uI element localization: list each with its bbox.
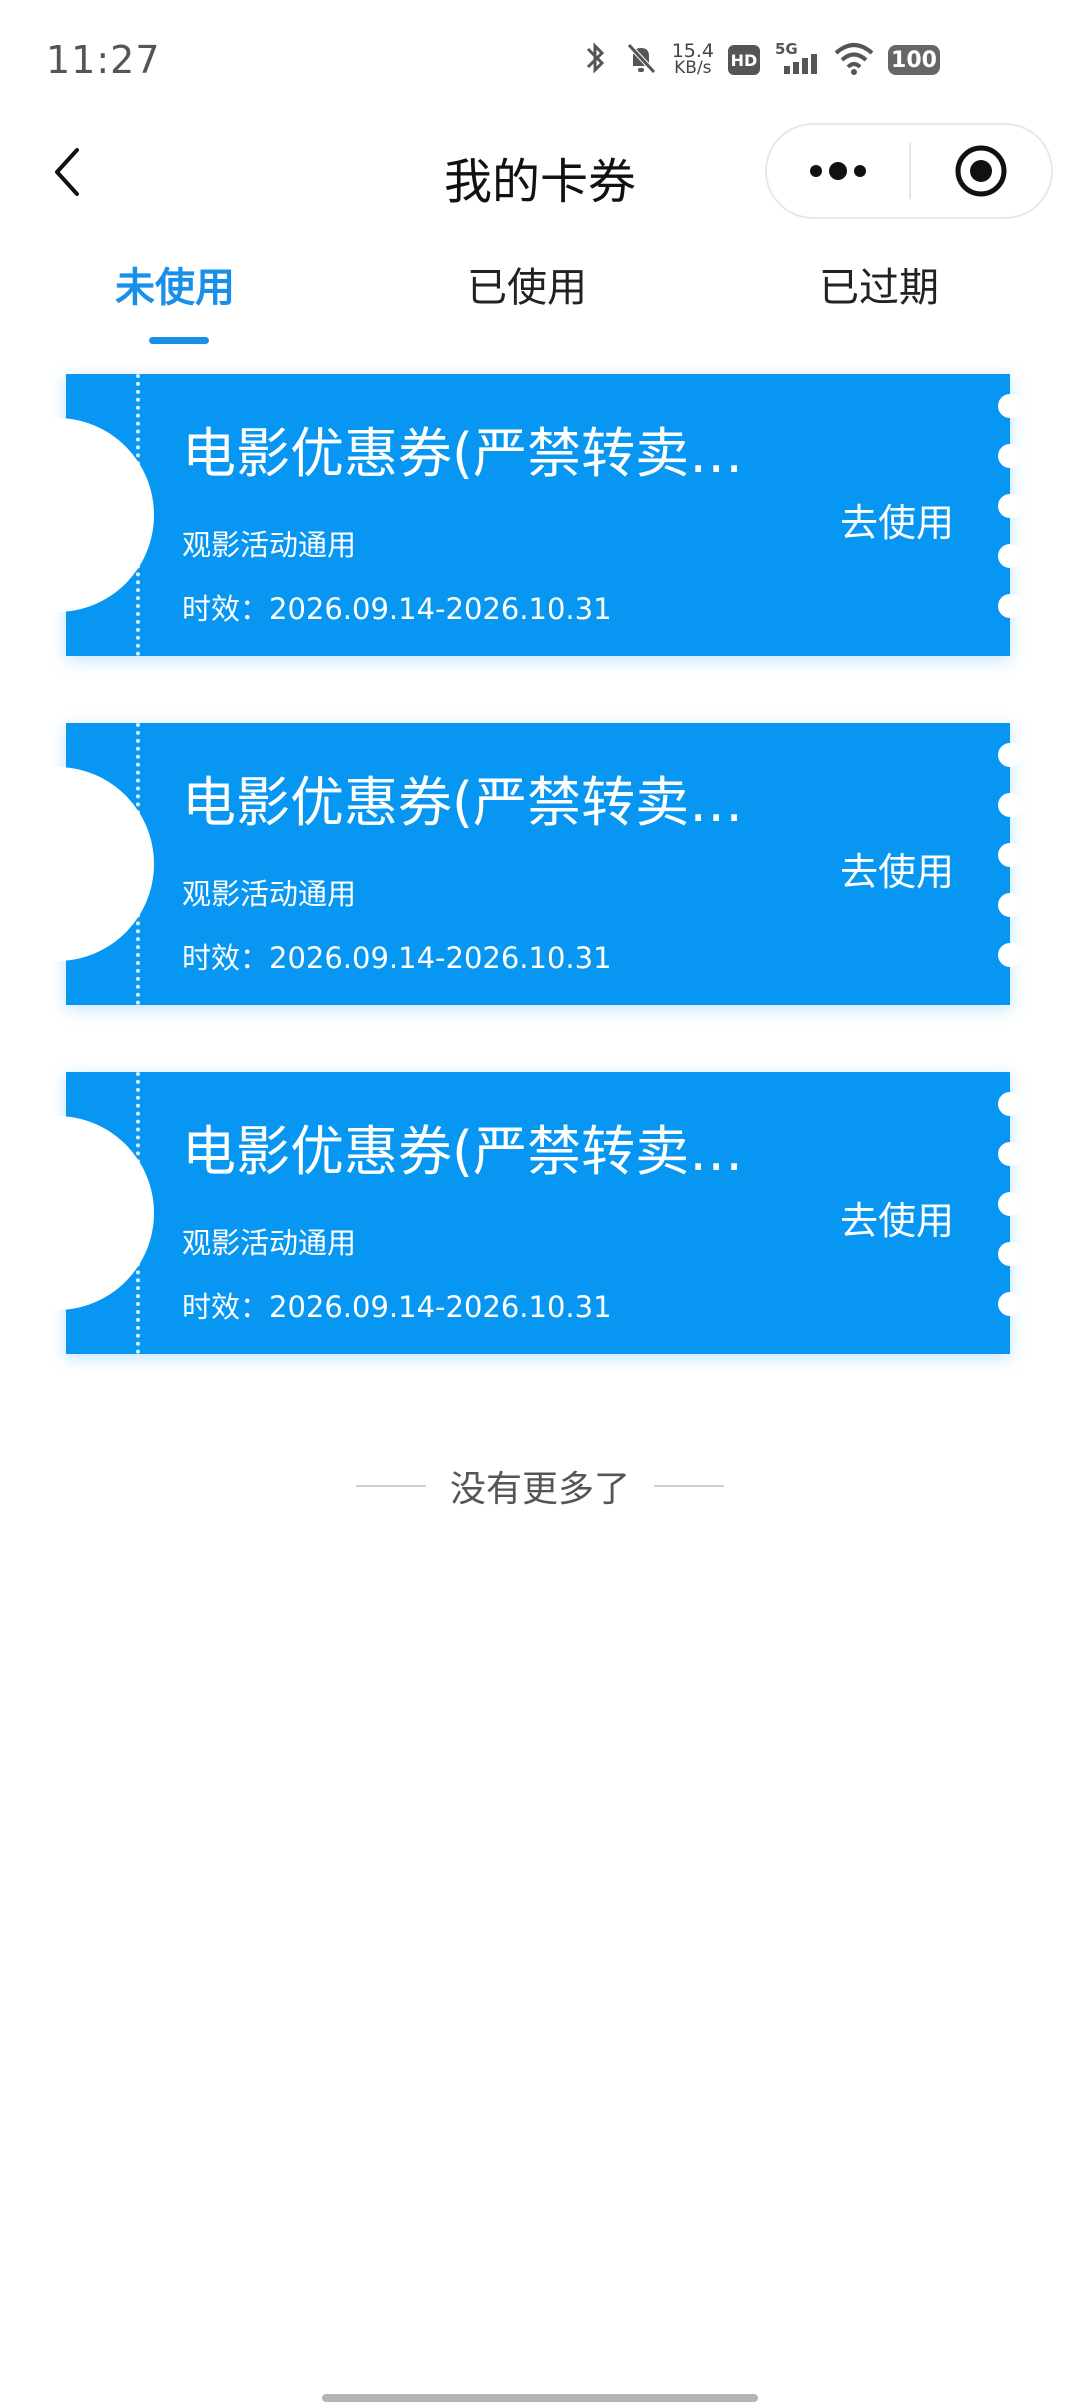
network-label: 5G [775,40,798,58]
no-more-text: 没有更多了 [449,1469,630,1510]
coupon-title: 电影优惠券(严禁转卖… [182,771,744,834]
tab-unused[interactable]: 未使用 [55,255,295,313]
tab-expired[interactable]: 已过期 [759,255,999,313]
coupon-subtitle: 观影活动通用 [182,877,357,911]
mute-bell-icon [624,40,658,80]
battery-icon: 100 [888,45,940,75]
divider-right [654,1485,724,1487]
coupon-perforation [136,1072,140,1354]
status-bar: 11:27 15.4 KB/s HD 5G 100 [0,0,1080,120]
coupon-subtitle: 观影活动通用 [182,528,357,562]
coupon-title: 电影优惠券(严禁转卖… [182,422,744,485]
coupon-notch [0,418,154,612]
hd-badge: HD [728,45,760,75]
use-coupon-button[interactable]: 去使用 [840,841,954,896]
tab-used[interactable]: 已使用 [407,255,647,313]
tab-bar: 未使用 已使用 已过期 [0,255,1080,355]
bluetooth-icon [580,40,610,80]
status-time: 11:27 [46,38,161,82]
active-tab-indicator [149,337,209,344]
coupon-card: 电影优惠券(严禁转卖… 观影活动通用 时效：2026.09.14-2026.10… [0,374,1022,656]
target-close-icon [955,145,1007,197]
use-coupon-button[interactable]: 去使用 [840,492,954,547]
mini-program-capsule [765,123,1053,219]
use-coupon-button[interactable]: 去使用 [840,1190,954,1245]
more-button[interactable] [767,125,909,217]
coupon-card: 电影优惠券(严禁转卖… 观影活动通用 时效：2026.09.14-2026.10… [0,723,1022,1005]
coupon-scallop-edge [998,394,1022,636]
coupon-notch [0,1116,154,1310]
coupon-scallop-edge [998,1092,1022,1334]
coupon-perforation [136,374,140,656]
nav-bar: 我的卡券 [0,120,1080,225]
divider-left [355,1485,426,1487]
coupon-validity: 时效：2026.09.14-2026.10.31 [182,941,612,975]
coupon-notch [0,767,154,961]
close-mini-program-button[interactable] [911,125,1051,217]
coupon-card: 电影优惠券(严禁转卖… 观影活动通用 时效：2026.09.14-2026.10… [0,1072,1022,1354]
coupon-scallop-edge [998,743,1022,985]
more-dots-icon [810,162,866,180]
coupon-title: 电影优惠券(严禁转卖… [182,1120,744,1183]
coupon-perforation [136,723,140,1005]
status-icons: 15.4 KB/s HD 5G 100 [580,40,940,80]
home-indicator[interactable] [322,2394,758,2402]
coupon-subtitle: 观影活动通用 [182,1226,357,1260]
list-end-indicator: 没有更多了 [0,1460,1080,1512]
coupon-validity: 时效：2026.09.14-2026.10.31 [182,1290,612,1324]
signal-5g-icon: 5G [774,40,820,80]
wifi-icon [834,41,874,79]
network-speed: 15.4 KB/s [671,40,714,78]
coupon-validity: 时效：2026.09.14-2026.10.31 [182,592,612,626]
